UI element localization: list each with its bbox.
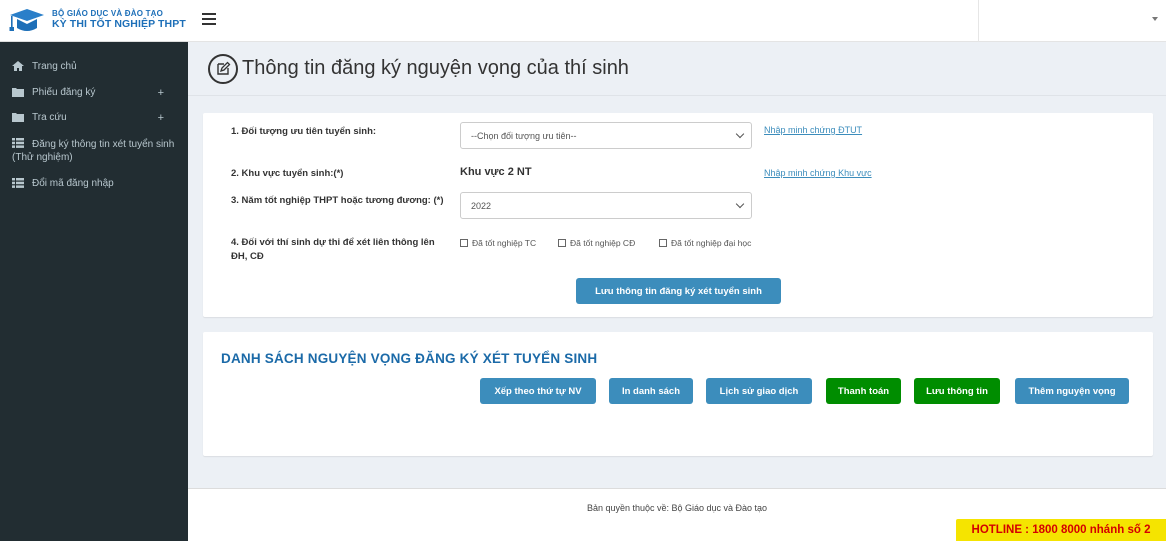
admission-area-value: Khu vực 2 NT [460, 166, 532, 178]
navbar-divider [978, 0, 979, 42]
sidebar-item-change-password[interactable]: Đổi mã đăng nhập [0, 171, 188, 197]
chevron-down-icon [735, 129, 745, 139]
priority-group-select[interactable]: --Chọn đối tượng ưu tiên-- [460, 122, 752, 149]
priority-group-select-value: --Chọn đối tượng ưu tiên-- [471, 131, 577, 141]
wish-list-box: DANH SÁCH NGUYỆN VỌNG ĐĂNG KÝ XÉT TUYỂN … [203, 332, 1153, 456]
transaction-history-button[interactable]: Lịch sử giao dịch [706, 378, 812, 404]
save-info-button[interactable]: Lưu thông tin [914, 378, 1000, 404]
graduation-year-label: 3. Năm tốt nghiệp THPT hoặc tương đương:… [231, 195, 444, 206]
home-icon [12, 61, 24, 71]
hamburger-menu-icon[interactable] [202, 13, 216, 25]
edit-icon [208, 53, 238, 84]
graduation-year-select-value: 2022 [471, 201, 492, 211]
priority-group-label: 1. Đối tượng ưu tiên tuyển sinh: [231, 126, 377, 137]
chevron-down-icon [735, 199, 745, 209]
checkbox-box[interactable] [558, 239, 566, 247]
list-icon [12, 177, 24, 188]
expand-plus-icon[interactable]: + [158, 111, 164, 126]
expand-plus-icon[interactable]: + [158, 86, 164, 101]
sidebar-item-label: Phiếu đăng ký [32, 86, 96, 98]
sidebar-item-registration-form[interactable]: Phiếu đăng ký + [0, 80, 188, 106]
checkbox-label: Đã tốt nghiệp đại học [671, 238, 752, 248]
priority-evidence-link[interactable]: Nhập minh chứng ĐTUT [764, 125, 862, 135]
page-title: Thông tin đăng ký nguyện vọng của thí si… [242, 57, 629, 79]
checkbox-graduated-university[interactable]: Đã tốt nghiệp đại học [659, 238, 751, 248]
user-dropdown-caret-icon[interactable] [1152, 17, 1158, 21]
area-evidence-link[interactable]: Nhập minh chứng Khu vực [764, 168, 872, 178]
registration-form-box: 1. Đối tượng ưu tiên tuyển sinh: --Chọn … [203, 113, 1153, 317]
sidebar-item-label: Tra cứu [32, 112, 67, 123]
graduation-year-select[interactable]: 2022 [460, 192, 752, 219]
checkbox-label: Đã tốt nghiệp CĐ [570, 238, 636, 248]
checkbox-label: Đã tốt nghiệp TC [472, 238, 537, 248]
page-header: Thông tin đăng ký nguyện vọng của thí si… [188, 42, 1166, 96]
brand[interactable]: BỘ GIÁO DỤC VÀ ĐÀO TẠO KỲ THI TỐT NGHIỆP… [0, 0, 188, 42]
brand-exam-title: KỲ THI TỐT NGHIỆP THPT [52, 18, 186, 31]
copyright-text: Bản quyền thuộc về: Bộ Giáo dục và Đào t… [586, 503, 768, 513]
sidebar: BỘ GIÁO DỤC VÀ ĐÀO TẠO KỲ THI TỐT NGHIỆP… [0, 0, 188, 541]
sidebar-menu: Trang chủ Phiếu đăng ký + Tra cứu + Đăng… [0, 42, 188, 196]
folder-icon [12, 112, 24, 122]
admission-area-label: 2. Khu vực tuyển sinh:(*) [231, 168, 344, 179]
hotline-banner[interactable]: HOTLINE : 1800 8000 nhánh số 2 [956, 519, 1166, 541]
sidebar-item-label: Đổi mã đăng nhập [32, 177, 114, 189]
save-registration-button[interactable]: Lưu thông tin đăng ký xét tuyển sinh [576, 278, 781, 304]
sidebar-item-home[interactable]: Trang chủ [0, 54, 188, 80]
checkbox-box[interactable] [460, 239, 468, 247]
sidebar-item-lookup[interactable]: Tra cứu + [0, 105, 188, 131]
checkbox-box[interactable] [659, 239, 667, 247]
folder-icon [12, 87, 24, 97]
list-icon [12, 137, 24, 148]
transfer-study-label: 4. Đối với thí sinh dự thi để xét liên t… [231, 237, 435, 263]
main-content: Thông tin đăng ký nguyện vọng của thí si… [188, 42, 1166, 541]
sidebar-item-label: Đăng ký thông tin xét tuyển sinh (Thử ng… [12, 138, 175, 164]
sidebar-item-label: Trang chủ [32, 61, 77, 72]
wish-list-title: DANH SÁCH NGUYỆN VỌNG ĐĂNG KÝ XÉT TUYỂN … [221, 351, 598, 366]
sort-by-order-button[interactable]: Xếp theo thứ tự NV [480, 378, 596, 404]
print-list-button[interactable]: In danh sách [609, 378, 693, 404]
payment-button[interactable]: Thanh toán [826, 378, 901, 404]
checkbox-graduated-cd[interactable]: Đã tốt nghiệp CĐ [558, 238, 635, 248]
top-navbar [188, 0, 1166, 42]
add-wish-button[interactable]: Thêm nguyện vọng [1015, 378, 1129, 404]
graduation-cap-logo-icon [8, 6, 46, 36]
checkbox-graduated-tc[interactable]: Đã tốt nghiệp TC [460, 238, 536, 248]
sidebar-item-admission-info[interactable]: Đăng ký thông tin xét tuyển sinh (Thử ng… [0, 131, 188, 171]
